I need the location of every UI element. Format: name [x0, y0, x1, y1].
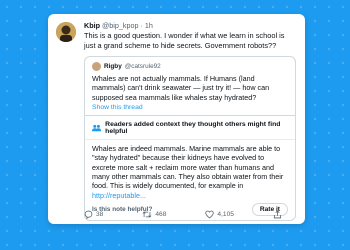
author-name[interactable]: Kbip [84, 21, 100, 30]
note-divider [85, 139, 295, 141]
tweet-body: Kbip @bip_kpop · 1h This is a good quest… [84, 21, 296, 221]
reply-count: 38 [96, 211, 104, 218]
community-note-source-link[interactable]: http://reputable... [92, 191, 146, 200]
community-note-body: Whales are indeed mammals. Marine mammal… [92, 144, 284, 191]
show-thread-link[interactable]: Show this thread [92, 104, 288, 111]
quoted-author-name: Rigby [104, 63, 122, 71]
share-icon [273, 210, 282, 219]
community-note-title: Readers added context they thought other… [105, 121, 281, 136]
community-note-header: Readers added context they thought other… [92, 121, 288, 135]
like-button[interactable]: 4,105 [205, 210, 234, 219]
retweet-button[interactable]: 468 [142, 210, 166, 219]
retweet-count: 468 [155, 211, 167, 218]
quoted-tweet[interactable]: Rigby @catsrule92 Whales are not actuall… [84, 56, 296, 221]
tweet-text: This is a good question. I wonder if wha… [84, 31, 285, 50]
tweet-actions: 38 468 4,105 [84, 210, 285, 219]
author-line: Kbip @bip_kpop · 1h [84, 21, 296, 30]
tweet-time[interactable]: 1h [145, 21, 153, 30]
quoted-avatar [92, 62, 101, 72]
like-count: 4,105 [217, 211, 234, 218]
share-button[interactable] [273, 210, 285, 219]
quoted-author-line: Rigby @catsrule92 [92, 62, 288, 72]
author-handle[interactable]: @bip_kpop [102, 21, 138, 30]
quoted-text: Whales are not actually mammals. If Huma… [92, 74, 270, 102]
avatar-image [56, 22, 76, 42]
reply-button[interactable]: 38 [84, 210, 103, 219]
retweet-icon [142, 211, 152, 218]
reply-icon [84, 210, 93, 219]
tweet-card: Kbip @bip_kpop · 1h This is a good quest… [48, 14, 305, 224]
community-note: Readers added context they thought other… [85, 115, 295, 220]
quoted-author-handle: @catsrule92 [124, 63, 161, 71]
heart-icon [205, 210, 215, 219]
people-icon [92, 124, 102, 132]
community-note-text: Whales are indeed mammals. Marine mammal… [92, 144, 288, 200]
author-avatar[interactable] [56, 22, 76, 42]
